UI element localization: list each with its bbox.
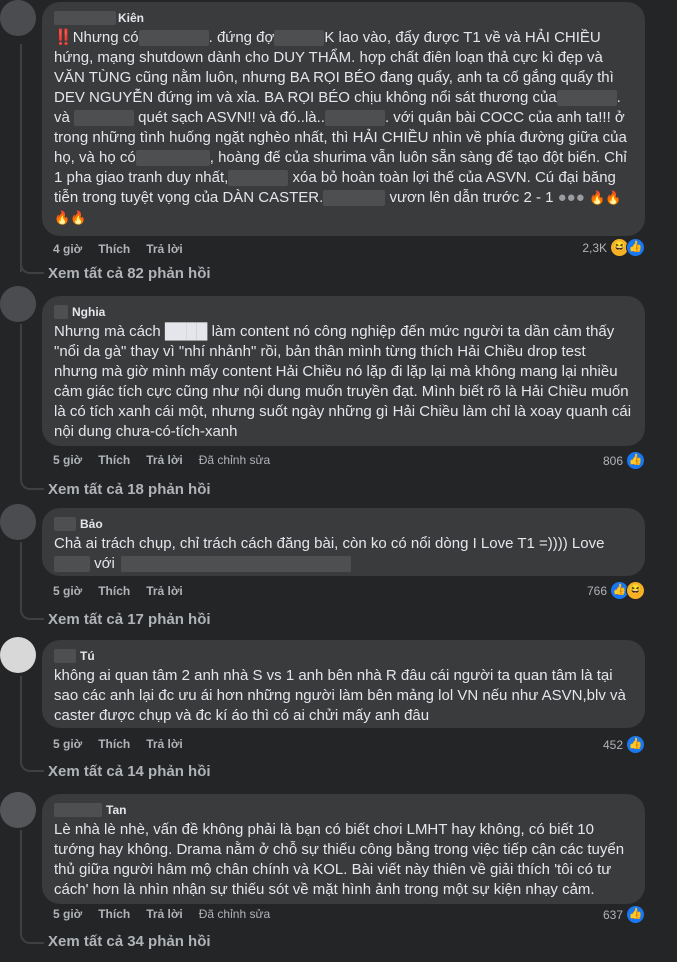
comment-text: Lè nhà lè nhè, vấn đề không phải là bạn … <box>54 821 625 898</box>
view-replies-link[interactable]: Xem tất cả 14 phản hồi <box>48 763 211 780</box>
comment-author[interactable]: Kiên <box>54 10 633 26</box>
view-replies-link[interactable]: Xem tất cả 17 phản hồi <box>48 611 211 628</box>
reply-connector <box>20 928 44 944</box>
comment-author[interactable]: Nghia <box>54 304 633 320</box>
like-icon: 👍 <box>626 238 645 257</box>
timestamp[interactable]: 4 giờ <box>53 242 82 256</box>
reaction-summary[interactable]: 806 👍 <box>603 451 645 470</box>
thread-line <box>20 542 22 604</box>
comment-text: không ai quan tâm 2 anh nhà S vs 1 anh b… <box>54 667 626 724</box>
reply-connector <box>20 756 44 772</box>
comment-author[interactable]: Tan <box>54 802 633 818</box>
comment-text: Nhưng mà cách ████ làm content nó công n… <box>54 323 632 440</box>
comment-actions: 5 giờ Thích Trả lời Đã chỉnh sửa <box>53 453 270 467</box>
reaction-summary[interactable]: 2,3K 😆 👍 <box>582 238 645 257</box>
like-button[interactable]: Thích <box>98 907 130 921</box>
thread-line <box>20 676 22 756</box>
reply-button[interactable]: Trả lời <box>146 584 183 598</box>
view-replies-link[interactable]: Xem tất cả 82 phản hồi <box>48 265 211 282</box>
like-button[interactable]: Thích <box>98 453 130 467</box>
like-icon: 👍 <box>626 735 645 754</box>
comment-text: ‼️Nhưng có. đứng đợ K lao vào, đẩy được T… <box>54 29 627 225</box>
comment-bubble: Tan Lè nhà lè nhè, vấn đề không phải là … <box>42 794 645 904</box>
comment-bubble: Nghia Nhưng mà cách ████ làm content nó … <box>42 296 645 446</box>
timestamp[interactable]: 5 giờ <box>53 907 82 921</box>
reaction-count: 766 <box>586 583 607 598</box>
comment-author[interactable]: Bảo <box>54 516 633 532</box>
reaction-count: 2,3K <box>582 240 607 255</box>
edited-label: Đã chỉnh sửa <box>198 453 271 467</box>
reply-button[interactable]: Trả lời <box>146 453 183 467</box>
reaction-summary[interactable]: 766 👍 😆 <box>587 581 645 600</box>
thread-line <box>20 830 22 928</box>
comment-bubble: Kiên ‼️Nhưng có. đứng đợ K lao vào, đẩy đ… <box>42 2 645 236</box>
haha-icon: 😆 <box>626 581 645 600</box>
reply-connector <box>20 474 44 490</box>
reply-button[interactable]: Trả lời <box>146 737 183 751</box>
comment-actions: 4 giờ Thích Trả lời <box>53 242 183 256</box>
comment-bubble: Bảo Chả ai trách chụp, chỉ trách cách đă… <box>42 508 645 576</box>
avatar[interactable] <box>0 792 36 828</box>
reaction-summary[interactable]: 452 👍 <box>603 735 645 754</box>
reply-connector <box>20 258 44 274</box>
avatar[interactable] <box>0 286 36 322</box>
reply-button[interactable]: Trả lời <box>146 907 183 921</box>
reaction-count: 806 <box>602 453 623 468</box>
thread-line <box>20 324 22 474</box>
like-button[interactable]: Thích <box>98 242 130 256</box>
avatar[interactable] <box>0 504 36 540</box>
view-replies-link[interactable]: Xem tất cả 18 phản hồi <box>48 481 211 498</box>
like-icon: 👍 <box>626 451 645 470</box>
comment-actions: 5 giờ Thích Trả lời <box>53 584 183 598</box>
like-button[interactable]: Thích <box>98 584 130 598</box>
reaction-summary[interactable]: 637 👍 <box>603 905 645 924</box>
comment-actions: 5 giờ Thích Trả lời Đã chỉnh sửa <box>53 907 270 921</box>
avatar[interactable] <box>0 637 36 673</box>
reaction-count: 452 <box>602 737 623 752</box>
timestamp[interactable]: 5 giờ <box>53 584 82 598</box>
edited-label: Đã chỉnh sửa <box>198 907 271 921</box>
reply-button[interactable]: Trả lời <box>146 242 183 256</box>
like-button[interactable]: Thích <box>98 737 130 751</box>
comment-actions: 5 giờ Thích Trả lời <box>53 737 183 751</box>
like-icon: 👍 <box>626 905 645 924</box>
timestamp[interactable]: 5 giờ <box>53 737 82 751</box>
view-replies-link[interactable]: Xem tất cả 34 phản hồi <box>48 933 211 950</box>
thread-line <box>20 44 22 272</box>
comment-text: Chả ai trách chụp, chỉ trách cách đăng b… <box>54 535 605 573</box>
avatar[interactable] <box>0 0 36 36</box>
comment-bubble: Tú không ai quan tâm 2 anh nhà S vs 1 an… <box>42 640 645 728</box>
reaction-count: 637 <box>602 907 623 922</box>
timestamp[interactable]: 5 giờ <box>53 453 82 467</box>
comment-author[interactable]: Tú <box>54 648 633 664</box>
reply-connector <box>20 604 44 620</box>
